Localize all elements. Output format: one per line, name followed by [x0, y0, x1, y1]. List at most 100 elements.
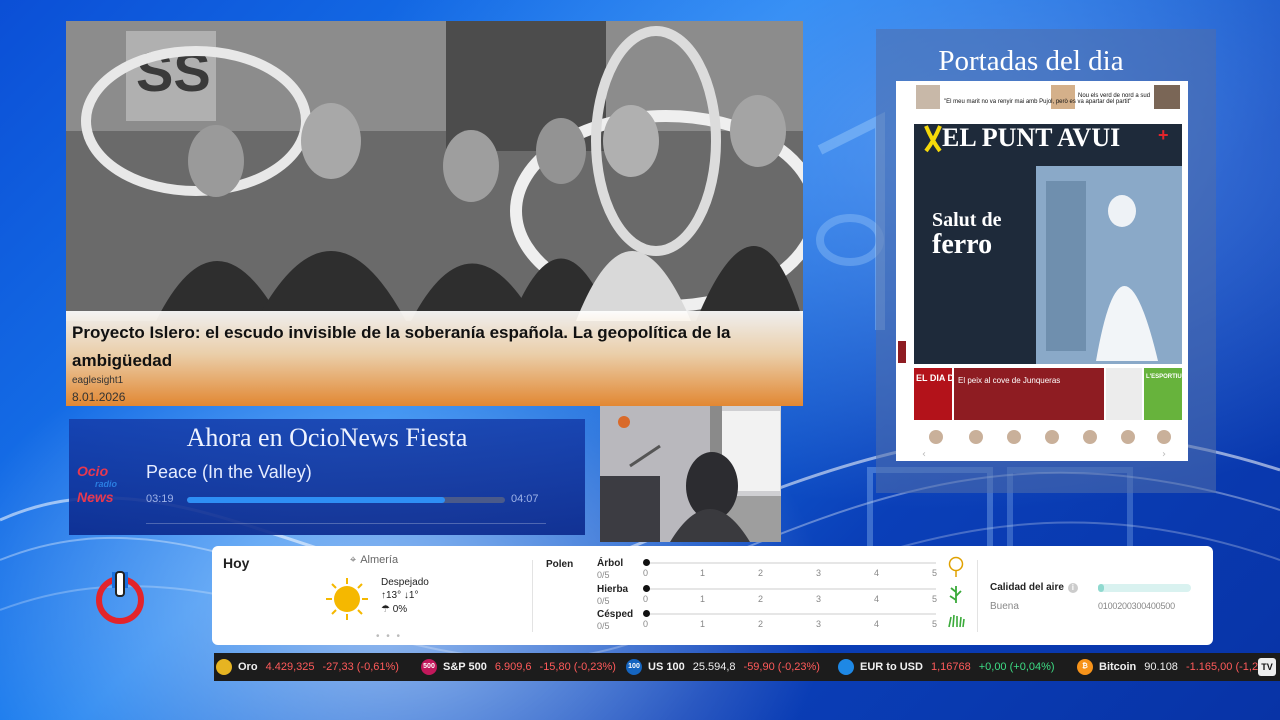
- ticker-name: Oro: [238, 661, 258, 673]
- playback-progress-bar[interactable]: [187, 497, 505, 503]
- location[interactable]: ⌖ Almería: [350, 554, 398, 567]
- front-pages-panel: Portadas del dia "El meu marit no va ren…: [876, 29, 1216, 493]
- news-date: 8.01.2026: [72, 390, 126, 404]
- pollen-tick: 4: [874, 568, 880, 578]
- pager-dots[interactable]: • • •: [376, 631, 402, 642]
- weather-widget: Hoy ⌖ Almería Despejado ↑13° ↓1° ☂ 0% • •…: [212, 546, 1213, 645]
- ticker-change: +0,00 (+0,04%): [978, 661, 1055, 673]
- ticker-change: -1.165,00 (-1,28: [1185, 661, 1265, 673]
- ticker-item-gold[interactable]: Oro 4.429,325 -27,33 (-0,61%): [216, 653, 399, 681]
- elapsed-time: 03:19: [146, 493, 174, 505]
- pollen-value: 0/5: [597, 621, 610, 631]
- temperature-range: ↑13° ↓1°: [381, 590, 418, 601]
- market-ticker: Oro 4.429,325 -27,33 (-0,61%) 500 S&P 500 6.…: [214, 653, 1280, 681]
- ticker-item-sp500[interactable]: 500 S&P 500 6.909,6 -15,80 (-0,23%): [421, 653, 616, 681]
- pollen-tick: 0: [643, 568, 649, 578]
- news-caption: Proyecto Islero: el escudo invisible de …: [66, 311, 803, 406]
- ticker-price: 6.909,6: [494, 661, 532, 673]
- rain-chance: ☂ 0%: [381, 604, 407, 615]
- us100-icon: 100: [626, 659, 642, 676]
- temperature-high: ↑13°: [381, 590, 402, 601]
- pollen-level-marker: [643, 610, 650, 617]
- ticker-item-us100[interactable]: 100 US 100 25.594,8 -59,90 (-0,23%): [626, 653, 820, 681]
- divider: [532, 560, 533, 632]
- cover-bottom-mid: El peix al cove de Junqueras: [958, 376, 1060, 385]
- cover-masthead-plus: +: [1158, 125, 1169, 145]
- news-photo: SS: [66, 21, 803, 321]
- ticker-item-eurusd[interactable]: EUR to USD 1,16768 +0,00 (+0,04%): [838, 653, 1055, 681]
- live-camera-feed[interactable]: [600, 406, 781, 542]
- air-quality-label: Calidad del aire i: [990, 582, 1078, 593]
- pollen-tick: 0: [643, 619, 649, 629]
- ticker-price: 4.429,325: [265, 661, 315, 673]
- location-label: Almería: [360, 554, 399, 566]
- umbrella-icon: ☂: [381, 604, 390, 615]
- pollen-tick: 5: [932, 619, 938, 629]
- news-title[interactable]: Proyecto Islero: el escudo invisible de …: [72, 319, 797, 375]
- news-card[interactable]: SS Proyecto Islero: el escudo invisible …: [66, 21, 803, 406]
- air-quality-scale: 0100200300400500: [1098, 601, 1175, 611]
- air-quality-bar: [1098, 584, 1191, 592]
- tradingview-logo-icon[interactable]: TV: [1258, 658, 1276, 676]
- pollen-tick: 3: [816, 619, 822, 629]
- front-pages-title: Portadas del dia: [938, 45, 1124, 77]
- gold-icon: [216, 659, 232, 676]
- power-icon[interactable]: [92, 570, 148, 626]
- pollen-row-lawn: Césped 0/5 0 1 2 3 4 5: [597, 609, 967, 633]
- temperature-low: ↓1°: [403, 590, 419, 601]
- pollen-track: [646, 588, 936, 590]
- ticker-change: -27,33 (-0,61%): [322, 661, 399, 673]
- pollen-row-tree: Árbol 0/5 0 1 2 3 4 5: [597, 556, 967, 582]
- pollen-tick: 1: [700, 594, 706, 604]
- pollen-tick: 1: [700, 568, 706, 578]
- now-playing-heading: Ahora en OcioNews Fiesta: [186, 423, 468, 452]
- location-pin-icon: ⌖: [350, 554, 357, 566]
- tree-icon: [948, 556, 964, 577]
- pollen-tick: 3: [816, 594, 822, 604]
- pollen-value: 0/5: [597, 570, 610, 580]
- newspaper-cover[interactable]: "El meu marit no va renyir mai amb Pujol…: [896, 81, 1188, 461]
- station-logo-line3: News: [77, 489, 114, 505]
- air-quality-fill: [1098, 584, 1104, 592]
- now-playing-panel: Ahora en OcioNews Fiesta Ocio radio News…: [69, 419, 585, 535]
- duration-time: 04:07: [511, 493, 539, 505]
- ticker-price: 1,16768: [930, 661, 971, 673]
- sp500-icon: 500: [421, 659, 437, 676]
- cover-masthead: EL PUNT AVUI: [942, 123, 1120, 152]
- pollen-tick: 2: [758, 568, 764, 578]
- pollen-tick: 4: [874, 619, 880, 629]
- weather-condition: Despejado: [381, 577, 429, 588]
- air-quality-value: Buena: [990, 601, 1019, 612]
- ticker-change: -59,90 (-0,23%): [743, 661, 820, 673]
- ticker-name: Bitcoin: [1099, 661, 1137, 673]
- cover-headline-line1: Salut de: [932, 209, 1002, 231]
- info-icon[interactable]: i: [1067, 583, 1078, 593]
- svg-text:›: ›: [1162, 449, 1166, 460]
- pollen-tick: 1: [700, 619, 706, 629]
- cover-headline-line2: ferro: [932, 229, 992, 260]
- sun-icon: [326, 578, 368, 620]
- playback-progress-fill: [187, 497, 445, 503]
- ticker-item-bitcoin[interactable]: ₿ Bitcoin 90.108 -1.165,00 (-1,28: [1077, 653, 1264, 681]
- station-logo: Ocio radio News: [77, 463, 127, 505]
- ticker-price: 90.108: [1144, 661, 1178, 673]
- pollen-label: Polen: [546, 559, 574, 570]
- rain-chance-value: 0%: [392, 604, 408, 615]
- cover-bottom-right: L'ESPORTIU: [1146, 374, 1182, 380]
- newspaper-cover-image: "El meu marit no va renyir mai amb Pujol…: [896, 81, 1188, 461]
- pollen-name: Árbol: [597, 558, 624, 569]
- pollen-value: 0/5: [597, 596, 610, 606]
- station-logo-line1: Ocio: [77, 463, 109, 479]
- pollen-tick: 5: [932, 568, 938, 578]
- ticker-price: 25.594,8: [692, 661, 736, 673]
- cover-top-quote-1: "El meu marit no va renyir mai amb Pujol…: [944, 99, 1131, 105]
- divider: [146, 523, 546, 524]
- air-quality-label-text: Calidad del aire: [990, 582, 1064, 593]
- bitcoin-icon: ₿: [1077, 659, 1093, 676]
- grass-icon: [949, 586, 962, 603]
- pollen-tick: 4: [874, 594, 880, 604]
- pollen-name: Césped: [597, 609, 634, 620]
- pollen-track: [646, 562, 936, 564]
- pollen-name: Hierba: [597, 584, 629, 595]
- lawn-icon: [948, 614, 965, 628]
